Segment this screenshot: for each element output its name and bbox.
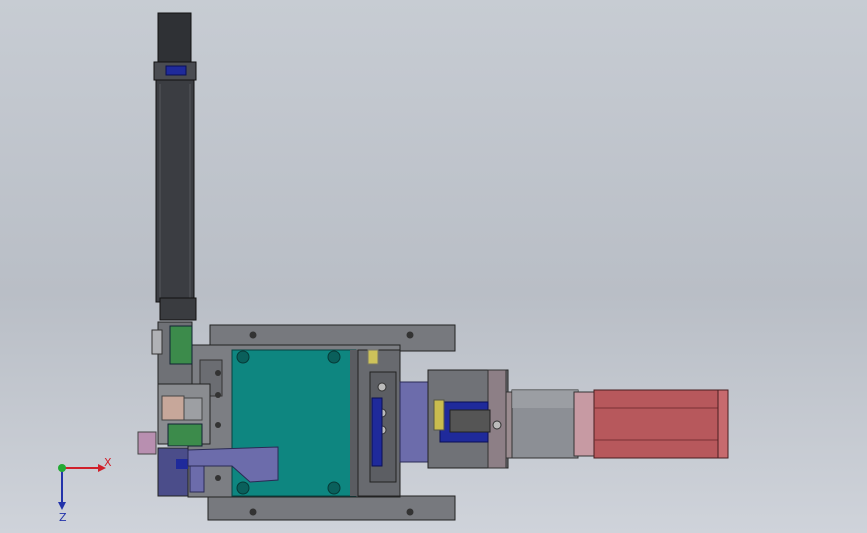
triad-x-label: X	[104, 456, 112, 469]
coupling-clamp	[433, 399, 445, 431]
triad-z-label: Z	[59, 511, 67, 524]
yellow-tab	[367, 349, 379, 365]
triad-z-arrow	[58, 502, 66, 510]
bearing-block	[399, 381, 431, 463]
bolt	[377, 382, 387, 392]
wedge-post	[189, 465, 205, 493]
vertical-rail-actuator[interactable]	[153, 12, 197, 321]
clamp-jaw	[183, 397, 203, 421]
graphics-viewport[interactable]: X Z	[0, 0, 867, 533]
rail-top-cap	[157, 12, 192, 69]
servo-motor[interactable]	[505, 389, 729, 459]
bolt	[406, 331, 414, 339]
blue-insert	[176, 459, 188, 469]
bolt	[249, 508, 257, 516]
bolt	[492, 420, 502, 430]
gearbox-highlight	[512, 390, 578, 408]
bolt	[249, 331, 257, 339]
cad-model[interactable]: X Z	[0, 0, 867, 533]
rail-bottom-block	[159, 297, 197, 321]
housing-end	[487, 369, 507, 469]
bolt	[215, 422, 221, 428]
motor-body	[593, 389, 727, 459]
linear-slide[interactable]	[357, 349, 401, 497]
coupling-shaft	[449, 409, 491, 433]
bolt	[406, 508, 414, 516]
bottom-guide-bar	[207, 495, 456, 521]
coordinate-triad-icon: X Z	[58, 456, 112, 524]
motor-adapter	[505, 391, 513, 459]
pink-pad	[161, 395, 185, 421]
green-block	[169, 325, 193, 365]
blue-rail	[371, 397, 383, 467]
clamp-pin	[151, 329, 163, 355]
rail-bearing	[165, 65, 187, 76]
bolt	[215, 475, 221, 481]
mount-hole	[236, 350, 250, 364]
plate-edge	[350, 350, 358, 496]
purple-tab	[137, 431, 157, 455]
bolt	[215, 370, 221, 376]
motor-flange	[573, 391, 595, 457]
motor-end-cap	[717, 389, 729, 459]
bolt	[215, 392, 221, 398]
coupling[interactable]	[399, 369, 509, 469]
green-clamp-block	[167, 423, 203, 447]
clamp-lower-block	[157, 447, 189, 497]
mount-hole	[236, 481, 250, 495]
rail-body	[155, 79, 195, 303]
triad-y-origin	[58, 464, 66, 472]
mount-hole	[327, 481, 341, 495]
mount-hole	[327, 350, 341, 364]
